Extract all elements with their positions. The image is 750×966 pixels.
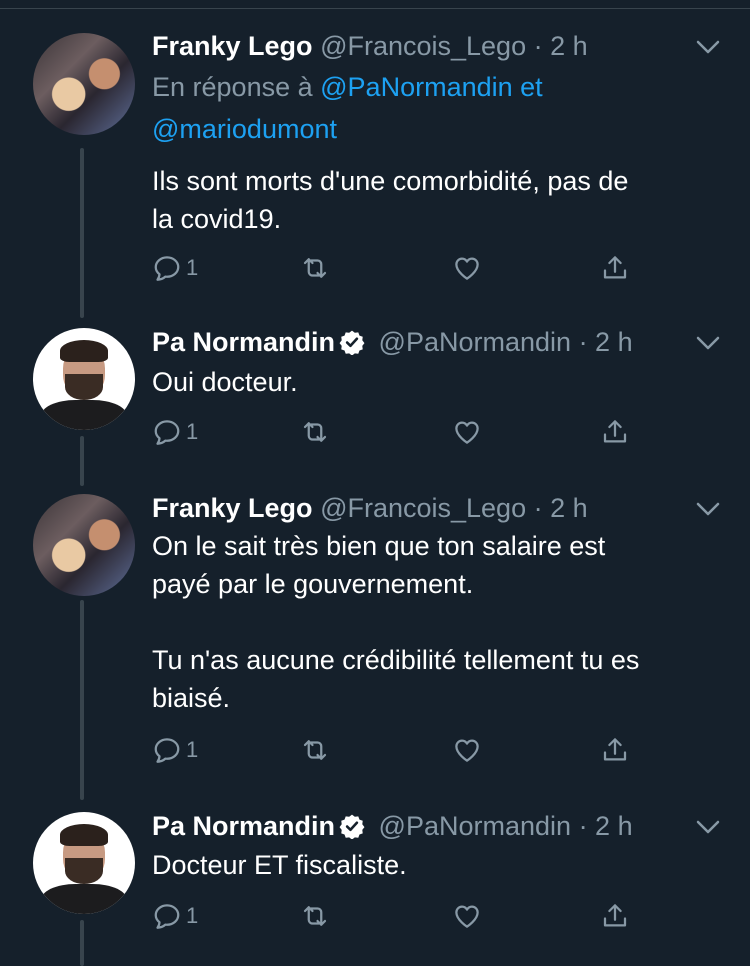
user-handle[interactable]: @PaNormandin xyxy=(379,327,572,357)
reply-icon xyxy=(154,420,180,445)
reply-button[interactable]: 1 xyxy=(152,414,198,450)
like-button[interactable] xyxy=(452,732,482,768)
chevron-down-icon[interactable] xyxy=(695,499,721,519)
tweet-text: Ils sont morts d'une comorbidité, pas de… xyxy=(152,162,722,238)
mention-link[interactable]: @PaNormandin xyxy=(320,72,513,102)
heart-icon xyxy=(455,739,479,762)
tweet-text: Oui docteur. xyxy=(152,363,722,401)
text-line: Docteur ET fiscaliste. xyxy=(152,850,407,880)
tweet[interactable]: Pa Normandin @PaNormandin · 2 h Docteur … xyxy=(0,800,750,966)
text-line: Oui docteur. xyxy=(152,367,298,397)
tweet-actions: 1 xyxy=(152,414,712,450)
user-handle[interactable]: @PaNormandin xyxy=(379,811,572,841)
retweet-button[interactable] xyxy=(300,898,330,934)
timestamp[interactable]: · 2 h xyxy=(534,493,588,523)
share-button[interactable] xyxy=(600,898,630,934)
share-button[interactable] xyxy=(600,732,630,768)
avatar[interactable] xyxy=(33,494,135,596)
user-handle[interactable]: @Francois_Lego xyxy=(320,493,526,523)
tweet-text: Docteur ET fiscaliste. xyxy=(152,846,722,884)
timestamp[interactable]: · 2 h xyxy=(534,31,588,61)
tweet-actions: 1 xyxy=(152,250,712,286)
heart-icon xyxy=(455,257,479,280)
heart-icon xyxy=(455,905,479,928)
display-name[interactable]: Franky Lego xyxy=(152,493,313,523)
tweet[interactable]: Franky Lego @Francois_Lego · 2 h On le s… xyxy=(0,484,750,800)
avatar-hair xyxy=(60,824,108,846)
avatar[interactable] xyxy=(33,33,135,135)
avatar[interactable] xyxy=(33,328,135,430)
share-icon xyxy=(603,256,627,279)
retweet-icon xyxy=(303,740,327,760)
chevron-down-icon[interactable] xyxy=(695,817,721,837)
replying-to-label: En réponse à xyxy=(152,72,313,102)
like-button[interactable] xyxy=(452,250,482,286)
tweet[interactable]: Pa Normandin @PaNormandin · 2 h Oui doct… xyxy=(0,318,750,484)
avatar-hair xyxy=(60,340,108,362)
like-button[interactable] xyxy=(452,414,482,450)
chevron-down-icon[interactable] xyxy=(695,37,721,57)
display-name[interactable]: Franky Lego xyxy=(152,31,313,61)
text-line xyxy=(152,603,722,641)
tweet-header: Franky Lego @Francois_Lego · 2 h xyxy=(152,491,588,525)
reply-button[interactable]: 1 xyxy=(152,250,198,286)
tweet-header: Pa Normandin @PaNormandin · 2 h xyxy=(152,809,633,843)
mention-joiner: et xyxy=(520,72,543,102)
avatar-shirt xyxy=(41,400,127,430)
avatar-beard xyxy=(65,374,103,400)
share-icon xyxy=(603,738,627,761)
avatar-beard xyxy=(65,858,103,884)
display-name[interactable]: Pa Normandin xyxy=(152,327,335,357)
tweet-header: Pa Normandin @PaNormandin · 2 h xyxy=(152,325,633,359)
verified-badge-icon xyxy=(339,330,365,355)
share-icon xyxy=(603,904,627,927)
display-name[interactable]: Pa Normandin xyxy=(152,811,335,841)
reply-button[interactable]: 1 xyxy=(152,898,198,934)
tweet-text: On le sait très bien que ton salaire est… xyxy=(152,527,722,717)
reply-icon xyxy=(154,738,180,763)
avatar-shirt xyxy=(41,884,127,914)
retweet-icon xyxy=(303,422,327,442)
chevron-down-icon[interactable] xyxy=(695,333,721,353)
heart-icon xyxy=(455,421,479,444)
like-button[interactable] xyxy=(452,898,482,934)
text-line: Tu n'as aucune crédibilité tellement tu … xyxy=(152,645,640,675)
user-handle[interactable]: @Francois_Lego xyxy=(320,31,526,61)
text-line: On le sait très bien que ton salaire est xyxy=(152,531,606,561)
reply-count: 1 xyxy=(186,255,199,280)
tweet-actions: 1 xyxy=(152,898,712,934)
retweet-button[interactable] xyxy=(300,732,330,768)
tweet-actions: 1 xyxy=(152,732,712,768)
text-line: payé par le gouvernement. xyxy=(152,569,474,599)
text-line: biaisé. xyxy=(152,683,231,713)
text-line: la covid19. xyxy=(152,204,282,234)
tweet-header: Franky Lego @Francois_Lego · 2 h xyxy=(152,29,588,63)
share-icon xyxy=(603,420,627,443)
timestamp[interactable]: · 2 h xyxy=(579,811,633,841)
reply-icon xyxy=(154,904,180,929)
text-line: Ils sont morts d'une comorbidité, pas de xyxy=(152,166,629,196)
share-button[interactable] xyxy=(600,250,630,286)
timestamp[interactable]: · 2 h xyxy=(579,327,633,357)
reply-count: 1 xyxy=(186,903,199,928)
replying-to: En réponse à @PaNormandin et @mariodumon… xyxy=(152,66,712,150)
mention-link[interactable]: @mariodumont xyxy=(152,114,337,144)
retweet-button[interactable] xyxy=(300,414,330,450)
retweet-icon xyxy=(303,258,327,278)
retweet-button[interactable] xyxy=(300,250,330,286)
avatar[interactable] xyxy=(33,812,135,914)
reply-icon xyxy=(154,256,180,281)
share-button[interactable] xyxy=(600,414,630,450)
verified-badge-icon xyxy=(339,814,365,839)
tweet[interactable]: Franky Lego @Francois_Lego · 2 h En répo… xyxy=(0,0,750,318)
reply-count: 1 xyxy=(186,737,199,762)
reply-button[interactable]: 1 xyxy=(152,732,198,768)
retweet-icon xyxy=(303,906,327,926)
reply-count: 1 xyxy=(186,419,199,444)
